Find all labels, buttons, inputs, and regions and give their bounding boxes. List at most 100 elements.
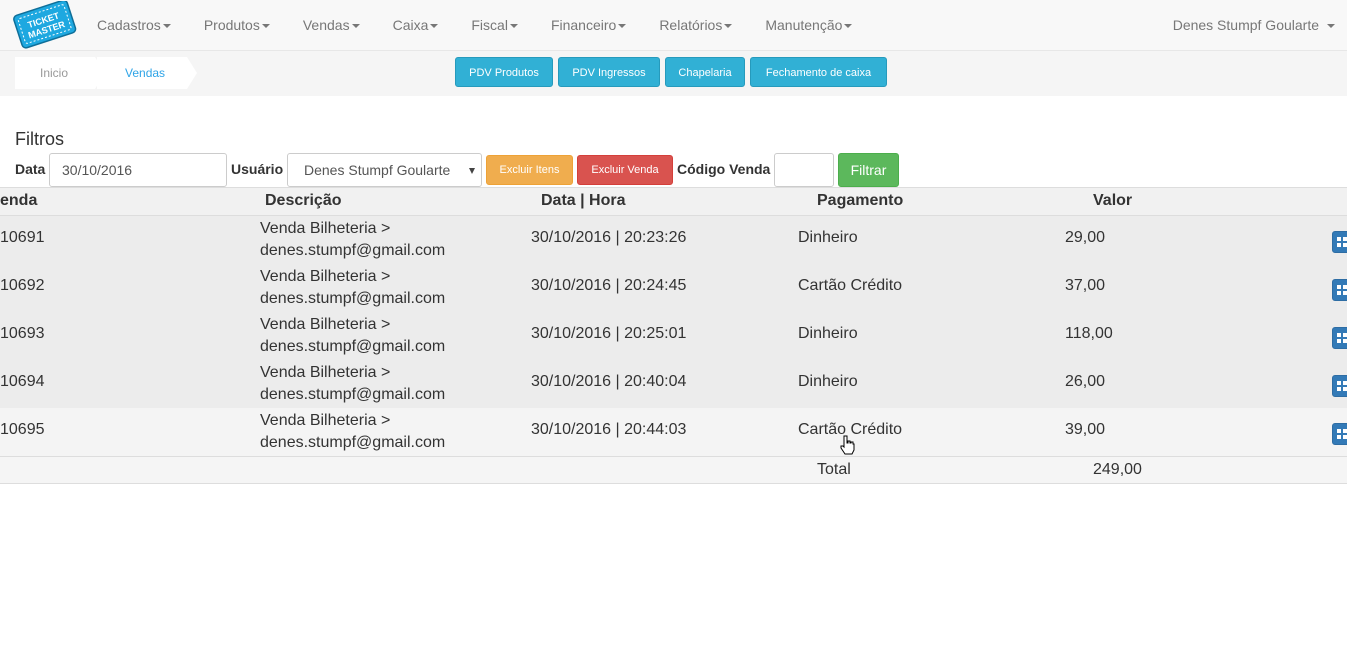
filtrar-button[interactable]: Filtrar bbox=[838, 153, 899, 187]
menu-label: Manutenção bbox=[765, 17, 843, 33]
hand-pointer-cursor-icon bbox=[840, 435, 855, 455]
menu-relatorios[interactable]: Relatórios bbox=[659, 0, 765, 50]
grid-icon bbox=[1337, 237, 1347, 247]
chapelaria-button[interactable]: Chapelaria bbox=[665, 57, 745, 87]
menu-label: Produtos bbox=[203, 17, 260, 33]
cell-venda: 10695 bbox=[0, 421, 45, 438]
caret-down-icon bbox=[351, 24, 360, 29]
menu-label: Vendas bbox=[302, 17, 350, 33]
data-input[interactable]: 30/10/2016 bbox=[49, 153, 227, 187]
header-descricao: Descrição bbox=[265, 192, 342, 209]
row-action-button[interactable] bbox=[1332, 375, 1347, 397]
table-row: 10692 Venda Bilheteria > denes.stumpf@gma… bbox=[0, 264, 1347, 312]
caret-down-icon bbox=[844, 24, 853, 29]
cell-venda: 10691 bbox=[0, 229, 45, 246]
table-row: 10694 Venda Bilheteria > denes.stumpf@gma… bbox=[0, 360, 1347, 408]
desc-line2: denes.stumpf@gmail.com bbox=[260, 338, 446, 355]
user-name: Denes Stumpf Goularte bbox=[1172, 17, 1319, 33]
cell-data-hora: 30/10/2016 | 20:44:03 bbox=[531, 421, 687, 438]
table-row: 10695 Venda Bilheteria > denes.stumpf@gma… bbox=[0, 408, 1347, 456]
cell-pagamento: Dinheiro bbox=[798, 229, 858, 246]
table-row: 10691 Venda Bilheteria > denes.stumpf@gma… bbox=[0, 216, 1347, 264]
desc-line1: Venda Bilheteria > bbox=[260, 364, 391, 381]
row-action-button[interactable] bbox=[1332, 423, 1347, 445]
menu-manutencao[interactable]: Manutenção bbox=[765, 0, 885, 50]
fechamento-caixa-button[interactable]: Fechamento de caixa bbox=[750, 57, 887, 87]
cell-venda: 10693 bbox=[0, 325, 45, 342]
cell-descricao: Venda Bilheteria > denes.stumpf@gmail.com bbox=[260, 410, 445, 454]
user-menu[interactable]: Denes Stumpf Goularte bbox=[1173, 0, 1335, 50]
menu-financeiro[interactable]: Financeiro bbox=[551, 0, 659, 50]
desc-line1: Venda Bilheteria > bbox=[260, 268, 391, 285]
excluir-itens-button[interactable]: Excluir Itens bbox=[486, 155, 573, 185]
cell-valor: 37,00 bbox=[1065, 277, 1106, 294]
menu-vendas[interactable]: Vendas bbox=[303, 0, 393, 50]
pdv-ingressos-button[interactable]: PDV Ingressos bbox=[558, 57, 660, 87]
menu-label: Relatórios bbox=[659, 17, 723, 33]
usuario-selected-value: Denes Stumpf Goularte bbox=[304, 162, 451, 178]
menu-caixa[interactable]: Caixa bbox=[393, 0, 472, 50]
table-header: enda Descrição Data | Hora Pagamento Val… bbox=[0, 187, 1347, 216]
row-action-button[interactable] bbox=[1332, 327, 1347, 349]
grid-icon bbox=[1337, 285, 1347, 295]
desc-line1: Venda Bilheteria > bbox=[260, 412, 391, 429]
cell-data-hora: 30/10/2016 | 20:25:01 bbox=[531, 325, 687, 342]
main-menu: Cadastros Produtos Vendas Caixa Fiscal F… bbox=[97, 0, 885, 50]
caret-down-icon bbox=[509, 24, 518, 29]
usuario-select[interactable]: Denes Stumpf Goularte bbox=[287, 153, 482, 187]
codigo-venda-label: Código Venda bbox=[677, 161, 771, 177]
desc-line2: denes.stumpf@gmail.com bbox=[260, 290, 446, 307]
menu-label: Fiscal bbox=[471, 17, 508, 33]
cell-pagamento: Dinheiro bbox=[798, 373, 858, 390]
desc-line2: denes.stumpf@gmail.com bbox=[260, 434, 446, 451]
cell-descricao: Venda Bilheteria > denes.stumpf@gmail.com bbox=[260, 314, 445, 358]
sales-table: enda Descrição Data | Hora Pagamento Val… bbox=[0, 187, 1347, 484]
table-row: 10693 Venda Bilheteria > denes.stumpf@gma… bbox=[0, 312, 1347, 360]
caret-down-icon bbox=[1327, 24, 1335, 29]
cell-pagamento: Cartão Crédito bbox=[798, 277, 903, 294]
cell-data-hora: 30/10/2016 | 20:23:26 bbox=[531, 229, 687, 246]
usuario-label: Usuário bbox=[231, 161, 284, 177]
filters-title: Filtros bbox=[15, 129, 64, 149]
menu-produtos[interactable]: Produtos bbox=[204, 0, 303, 50]
row-action-button[interactable] bbox=[1332, 231, 1347, 253]
menu-label: Financeiro bbox=[550, 17, 617, 33]
breadcrumb-current: Vendas bbox=[97, 57, 197, 89]
total-value: 249,00 bbox=[1093, 461, 1142, 478]
menu-label: Cadastros bbox=[97, 17, 161, 33]
cell-data-hora: 30/10/2016 | 20:40:04 bbox=[531, 373, 687, 390]
breadcrumb-bar: Inicio Vendas PDV Produtos PDV Ingressos… bbox=[0, 51, 1347, 96]
cell-valor: 39,00 bbox=[1065, 421, 1106, 438]
caret-down-icon bbox=[430, 24, 439, 29]
desc-line1: Venda Bilheteria > bbox=[260, 316, 391, 333]
codigo-venda-input[interactable] bbox=[774, 153, 834, 187]
cell-venda: 10692 bbox=[0, 277, 45, 294]
ticket-master-logo[interactable]: TICKET MASTER bbox=[9, 1, 81, 49]
cell-venda: 10694 bbox=[0, 373, 45, 390]
excluir-venda-button[interactable]: Excluir Venda bbox=[577, 155, 673, 185]
cell-valor: 26,00 bbox=[1065, 373, 1106, 390]
header-valor: Valor bbox=[1093, 192, 1133, 209]
caret-down-icon bbox=[724, 24, 733, 29]
top-navbar: TICKET MASTER Cadastros Produtos Vendas … bbox=[0, 0, 1347, 51]
desc-line2: denes.stumpf@gmail.com bbox=[260, 242, 446, 259]
menu-fiscal[interactable]: Fiscal bbox=[471, 0, 551, 50]
cell-valor: 118,00 bbox=[1065, 325, 1113, 342]
cell-pagamento: Dinheiro bbox=[798, 325, 858, 342]
grid-icon bbox=[1337, 429, 1347, 439]
pdv-produtos-button[interactable]: PDV Produtos bbox=[455, 57, 553, 87]
cell-descricao: Venda Bilheteria > denes.stumpf@gmail.com bbox=[260, 266, 445, 310]
grid-icon bbox=[1337, 333, 1347, 343]
caret-down-icon bbox=[618, 24, 627, 29]
grid-icon bbox=[1337, 381, 1347, 391]
menu-cadastros[interactable]: Cadastros bbox=[97, 0, 204, 50]
desc-line2: denes.stumpf@gmail.com bbox=[260, 386, 446, 403]
caret-down-icon bbox=[162, 24, 171, 29]
row-action-button[interactable] bbox=[1332, 279, 1347, 301]
cell-valor: 29,00 bbox=[1065, 229, 1106, 246]
header-data-hora: Data | Hora bbox=[541, 192, 626, 209]
header-venda: enda bbox=[0, 192, 38, 209]
breadcrumb-home[interactable]: Inicio bbox=[15, 57, 107, 89]
cell-data-hora: 30/10/2016 | 20:24:45 bbox=[531, 277, 687, 294]
cell-descricao: Venda Bilheteria > denes.stumpf@gmail.com bbox=[260, 362, 445, 406]
